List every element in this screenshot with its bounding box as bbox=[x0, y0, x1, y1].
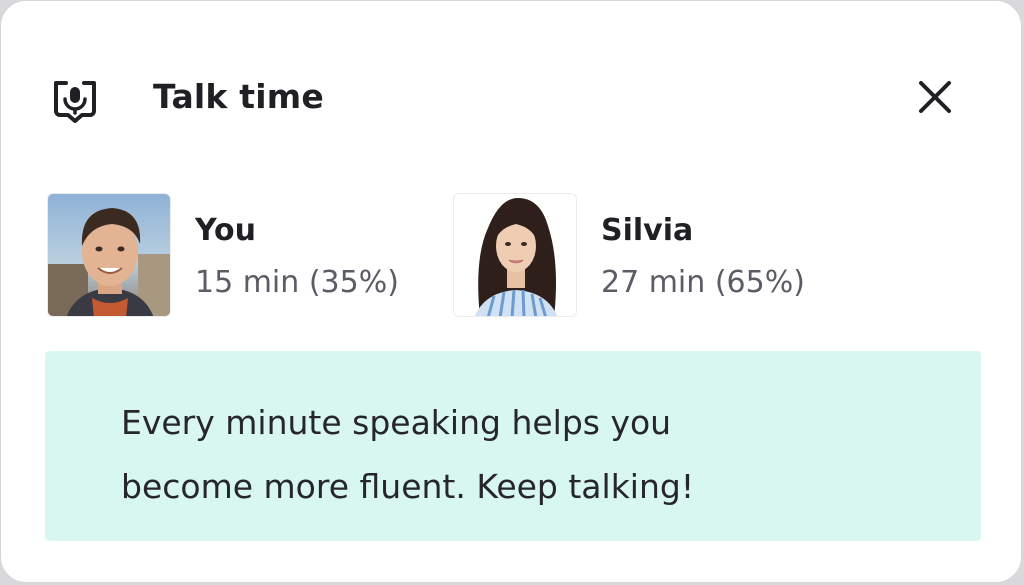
talk-time-card: Talk time You 15 min (35%) Silvia 27 min… bbox=[0, 0, 1022, 583]
close-button[interactable] bbox=[913, 75, 957, 119]
participant-talk-time: 27 min (65%) bbox=[601, 265, 805, 300]
close-icon bbox=[919, 81, 951, 113]
participant-talk-time: 15 min (35%) bbox=[195, 265, 399, 300]
participant-name: You bbox=[195, 213, 256, 248]
microphone-icon bbox=[47, 75, 103, 123]
encouragement-banner: Every minute speaking helps you become m… bbox=[45, 351, 981, 541]
card-title: Talk time bbox=[153, 77, 324, 116]
card-header: Talk time bbox=[47, 71, 957, 125]
encouragement-line-1: Every minute speaking helps you bbox=[121, 403, 672, 442]
encouragement-text: Every minute speaking helps you become m… bbox=[121, 391, 921, 519]
encouragement-line-2: become more fluent. Keep talking! bbox=[121, 467, 695, 506]
participant-name: Silvia bbox=[601, 213, 694, 248]
avatar bbox=[453, 193, 577, 317]
avatar bbox=[47, 193, 171, 317]
